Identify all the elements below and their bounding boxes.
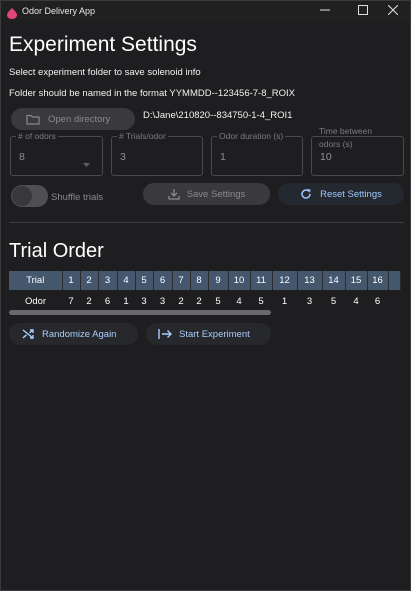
folder-instruction: Select experiment folder to save solenoi… <box>9 67 201 78</box>
folder-icon <box>26 114 40 125</box>
odor-value-cell: 5 <box>322 290 345 313</box>
trial-number-cell: 2 <box>80 271 99 290</box>
trial-number-cell: 13 <box>297 271 323 290</box>
num-odors-value: 8 <box>19 151 25 163</box>
trial-number-cell: 15 <box>345 271 368 290</box>
trial-number-cell: 6 <box>153 271 173 290</box>
trial-number-cell: 14 <box>322 271 346 290</box>
folder-format-hint: Folder should be named in the format YYM… <box>9 88 296 99</box>
refresh-icon <box>300 188 312 200</box>
trials-per-odor-label: # Trials/odor <box>117 131 168 141</box>
start-experiment-label: Start Experiment <box>179 328 250 340</box>
trial-number-cell: 7 <box>172 271 191 290</box>
open-directory-button[interactable]: Open directory <box>11 108 135 130</box>
time-between-value: 10 <box>320 151 332 163</box>
trial-row-header: Trial <box>9 271 63 290</box>
section-divider <box>9 222 404 223</box>
trial-number-cell: 16 <box>367 271 389 290</box>
minimize-button[interactable] <box>308 1 342 22</box>
reset-settings-button[interactable]: Reset Settings <box>278 183 404 205</box>
save-settings-button[interactable]: Save Settings <box>143 183 270 205</box>
time-between-label-1: Time between <box>317 126 375 136</box>
trial-number-cell: 10 <box>228 271 251 290</box>
start-arrow-icon <box>158 328 172 340</box>
shuffle-toggle-thumb <box>12 186 32 206</box>
settings-heading: Experiment Settings <box>9 33 197 56</box>
start-experiment-button[interactable]: Start Experiment <box>146 323 271 345</box>
app-window: Odor Delivery App Experiment Settings Se… <box>0 0 411 591</box>
time-between-label-2: odors (s) <box>319 139 353 149</box>
odor-overflow-cell <box>388 290 400 313</box>
window-title: Odor Delivery App <box>22 6 96 16</box>
trial-overflow-cell <box>388 271 401 290</box>
odor-value-cell: 1 <box>272 290 297 313</box>
odor-duration-field[interactable]: Odor duration (s) 1 <box>211 131 303 176</box>
app-logo-icon <box>7 6 17 19</box>
trial-number-cell: 4 <box>117 271 136 290</box>
odor-duration-label: Odor duration (s) <box>217 131 286 141</box>
trials-per-odor-value: 3 <box>120 151 126 163</box>
randomize-again-button[interactable]: Randomize Again <box>9 323 138 345</box>
num-odors-select[interactable]: # of odors 8 <box>10 131 103 176</box>
trial-number-cell: 5 <box>135 271 154 290</box>
trial-number-cell: 12 <box>272 271 298 290</box>
title-bar: Odor Delivery App <box>1 1 410 22</box>
trial-number-cell: 1 <box>62 271 81 290</box>
odor-value-cell: 6 <box>367 290 388 313</box>
trial-number-cell: 9 <box>208 271 229 290</box>
table-scrollbar[interactable] <box>9 310 271 315</box>
reset-settings-label: Reset Settings <box>320 188 382 200</box>
trial-number-cell: 8 <box>190 271 209 290</box>
num-odors-label: # of odors <box>16 131 58 141</box>
odor-duration-value: 1 <box>220 151 226 163</box>
directory-path: D:\Jane\210820--834750-1-4_ROI1 <box>143 110 293 121</box>
maximize-icon <box>358 5 368 18</box>
open-directory-label: Open directory <box>48 113 111 125</box>
trial-order-heading: Trial Order <box>9 240 104 262</box>
odor-value-cell: 4 <box>345 290 367 313</box>
shuffle-icon <box>22 328 34 340</box>
dropdown-arrow-icon <box>83 154 90 172</box>
save-settings-label: Save Settings <box>186 188 246 200</box>
odor-value-cell: 3 <box>297 290 322 313</box>
maximize-button[interactable] <box>346 1 380 22</box>
close-button[interactable] <box>376 1 410 22</box>
shuffle-label: Shuffle trials <box>51 192 104 203</box>
trials-per-odor-field[interactable]: # Trials/odor 3 <box>111 131 203 176</box>
randomize-again-label: Randomize Again <box>42 328 117 340</box>
close-icon <box>387 4 399 18</box>
shuffle-toggle[interactable] <box>11 185 48 207</box>
minimize-icon <box>320 5 330 18</box>
download-icon <box>168 188 180 200</box>
trial-number-cell: 11 <box>250 271 273 290</box>
time-between-field[interactable]: Time between odors (s) 10 <box>311 126 404 176</box>
trial-number-cell: 3 <box>98 271 118 290</box>
